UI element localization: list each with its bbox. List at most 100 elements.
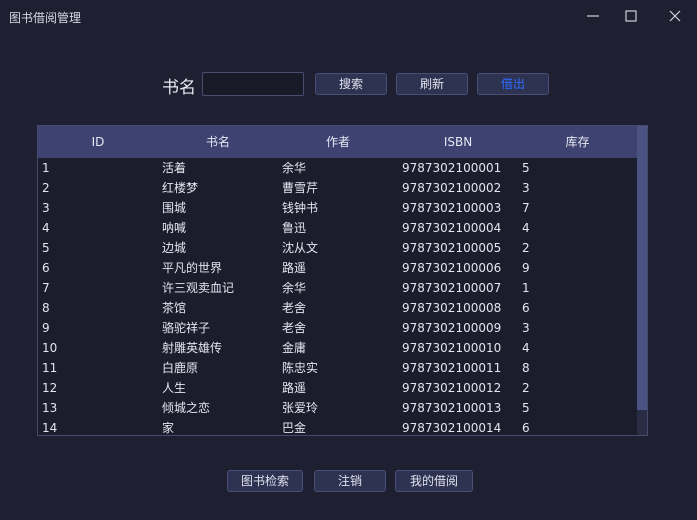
cell-isbn: 9787302100003 xyxy=(402,201,502,215)
cell-isbn: 9787302100007 xyxy=(402,281,502,295)
cell-author: 巴金 xyxy=(282,421,307,435)
cell-title: 人生 xyxy=(162,381,187,395)
cell-isbn: 9787302100004 xyxy=(402,221,502,235)
cell-stock: 3 xyxy=(522,321,530,335)
cell-id: 6 xyxy=(42,261,50,275)
cell-title: 平凡的世界 xyxy=(162,261,223,275)
cell-title: 边城 xyxy=(162,241,187,255)
minimize-icon xyxy=(587,15,599,17)
cell-id: 14 xyxy=(42,421,58,435)
maximize-button[interactable] xyxy=(621,6,641,26)
table-row[interactable]: 12 人生 路遥 9787302100012 2 xyxy=(38,378,637,398)
cell-author: 鲁迅 xyxy=(282,221,307,235)
cell-author: 陈忠实 xyxy=(282,361,319,375)
logout-button[interactable]: 注销 xyxy=(314,470,386,492)
cell-stock: 5 xyxy=(522,401,530,415)
cell-author: 曹雪芹 xyxy=(282,181,319,195)
cell-id: 8 xyxy=(42,301,50,315)
table-row[interactable]: 7 许三观卖血记 余华 9787302100007 1 xyxy=(38,278,637,298)
refresh-button[interactable]: 刷新 xyxy=(396,73,468,95)
cell-isbn: 9787302100009 xyxy=(402,321,502,335)
cell-id: 12 xyxy=(42,381,58,395)
cell-author: 钱钟书 xyxy=(282,201,319,215)
cell-title: 围城 xyxy=(162,201,187,215)
table-scrollbar[interactable] xyxy=(637,126,647,435)
cell-id: 13 xyxy=(42,401,58,415)
search-button[interactable]: 搜索 xyxy=(315,73,387,95)
cell-isbn: 9787302100014 xyxy=(402,421,502,435)
cell-author: 余华 xyxy=(282,281,307,295)
column-header-stock[interactable]: 库存 xyxy=(518,126,637,158)
table-row[interactable]: 14 家 巴金 9787302100014 6 xyxy=(38,418,637,435)
cell-stock: 3 xyxy=(522,181,530,195)
cell-isbn: 9787302100011 xyxy=(402,361,502,375)
cell-stock: 4 xyxy=(522,341,530,355)
cell-stock: 6 xyxy=(522,301,530,315)
minimize-button[interactable] xyxy=(583,6,603,26)
book-search-button[interactable]: 图书检索 xyxy=(227,470,303,492)
cell-id: 10 xyxy=(42,341,58,355)
scrollbar-thumb[interactable] xyxy=(637,126,647,410)
cell-title: 射雕英雄传 xyxy=(162,341,223,355)
cell-author: 老舍 xyxy=(282,301,307,315)
close-icon xyxy=(669,10,681,22)
cell-title: 活着 xyxy=(162,161,187,175)
cell-id: 9 xyxy=(42,321,50,335)
cell-stock: 5 xyxy=(522,161,530,175)
table-row[interactable]: 3 围城 钱钟书 9787302100003 7 xyxy=(38,198,637,218)
books-table: ID 书名 作者 ISBN 库存 1 活着 余华 9787302100001 5 2 红楼梦… xyxy=(37,125,648,436)
cell-id: 11 xyxy=(42,361,58,375)
cell-author: 余华 xyxy=(282,161,307,175)
cell-isbn: 9787302100012 xyxy=(402,381,502,395)
cell-id: 2 xyxy=(42,181,50,195)
column-header-title[interactable]: 书名 xyxy=(158,126,278,158)
table-header: ID 书名 作者 ISBN 库存 xyxy=(38,126,637,158)
cell-author: 张爱玲 xyxy=(282,401,319,415)
table-row[interactable]: 1 活着 余华 9787302100001 5 xyxy=(38,158,637,178)
maximize-icon xyxy=(625,10,637,22)
table-row[interactable]: 13 倾城之恋 张爱玲 9787302100013 5 xyxy=(38,398,637,418)
cell-author: 老舍 xyxy=(282,321,307,335)
cell-title: 倾城之恋 xyxy=(162,401,211,415)
cell-stock: 9 xyxy=(522,261,530,275)
book-name-label: 书名 xyxy=(162,78,196,98)
table-row[interactable]: 9 骆驼祥子 老舍 9787302100009 3 xyxy=(38,318,637,338)
cell-stock: 6 xyxy=(522,421,530,435)
cell-isbn: 9787302100008 xyxy=(402,301,502,315)
cell-isbn: 9787302100010 xyxy=(402,341,502,355)
cell-title: 许三观卖血记 xyxy=(162,281,235,295)
cell-stock: 1 xyxy=(522,281,530,295)
book-name-input[interactable] xyxy=(202,72,304,96)
column-header-isbn[interactable]: ISBN xyxy=(398,126,518,158)
table-body: 1 活着 余华 9787302100001 5 2 红楼梦 曹雪芹 9787302100002 3… xyxy=(38,158,637,435)
cell-isbn: 9787302100006 xyxy=(402,261,502,275)
window-title: 图书借阅管理 xyxy=(9,11,82,25)
table-row[interactable]: 4 呐喊 鲁迅 9787302100004 4 xyxy=(38,218,637,238)
table-row[interactable]: 6 平凡的世界 路遥 9787302100006 9 xyxy=(38,258,637,278)
table-row[interactable]: 5 边城 沈从文 9787302100005 2 xyxy=(38,238,637,258)
cell-stock: 4 xyxy=(522,221,530,235)
borrow-button[interactable]: 借出 xyxy=(477,73,549,95)
column-header-author[interactable]: 作者 xyxy=(278,126,398,158)
column-header-id[interactable]: ID xyxy=(38,126,158,158)
cell-id: 5 xyxy=(42,241,50,255)
cell-isbn: 9787302100002 xyxy=(402,181,502,195)
table-row[interactable]: 8 茶馆 老舍 9787302100008 6 xyxy=(38,298,637,318)
table-row[interactable]: 2 红楼梦 曹雪芹 9787302100002 3 xyxy=(38,178,637,198)
table-row[interactable]: 10 射雕英雄传 金庸 9787302100010 4 xyxy=(38,338,637,358)
cell-title: 骆驼祥子 xyxy=(162,321,211,335)
cell-author: 路遥 xyxy=(282,381,307,395)
table-row[interactable]: 11 白鹿原 陈忠实 9787302100011 8 xyxy=(38,358,637,378)
close-button[interactable] xyxy=(665,6,685,26)
cell-title: 茶馆 xyxy=(162,301,187,315)
cell-isbn: 9787302100001 xyxy=(402,161,502,175)
cell-stock: 2 xyxy=(522,381,530,395)
cell-author: 沈从文 xyxy=(282,241,319,255)
cell-id: 4 xyxy=(42,221,50,235)
title-bar: 图书借阅管理 xyxy=(0,0,697,32)
cell-id: 3 xyxy=(42,201,50,215)
cell-isbn: 9787302100005 xyxy=(402,241,502,255)
my-borrows-button[interactable]: 我的借阅 xyxy=(395,470,473,492)
cell-id: 1 xyxy=(42,161,50,175)
cell-stock: 8 xyxy=(522,361,530,375)
